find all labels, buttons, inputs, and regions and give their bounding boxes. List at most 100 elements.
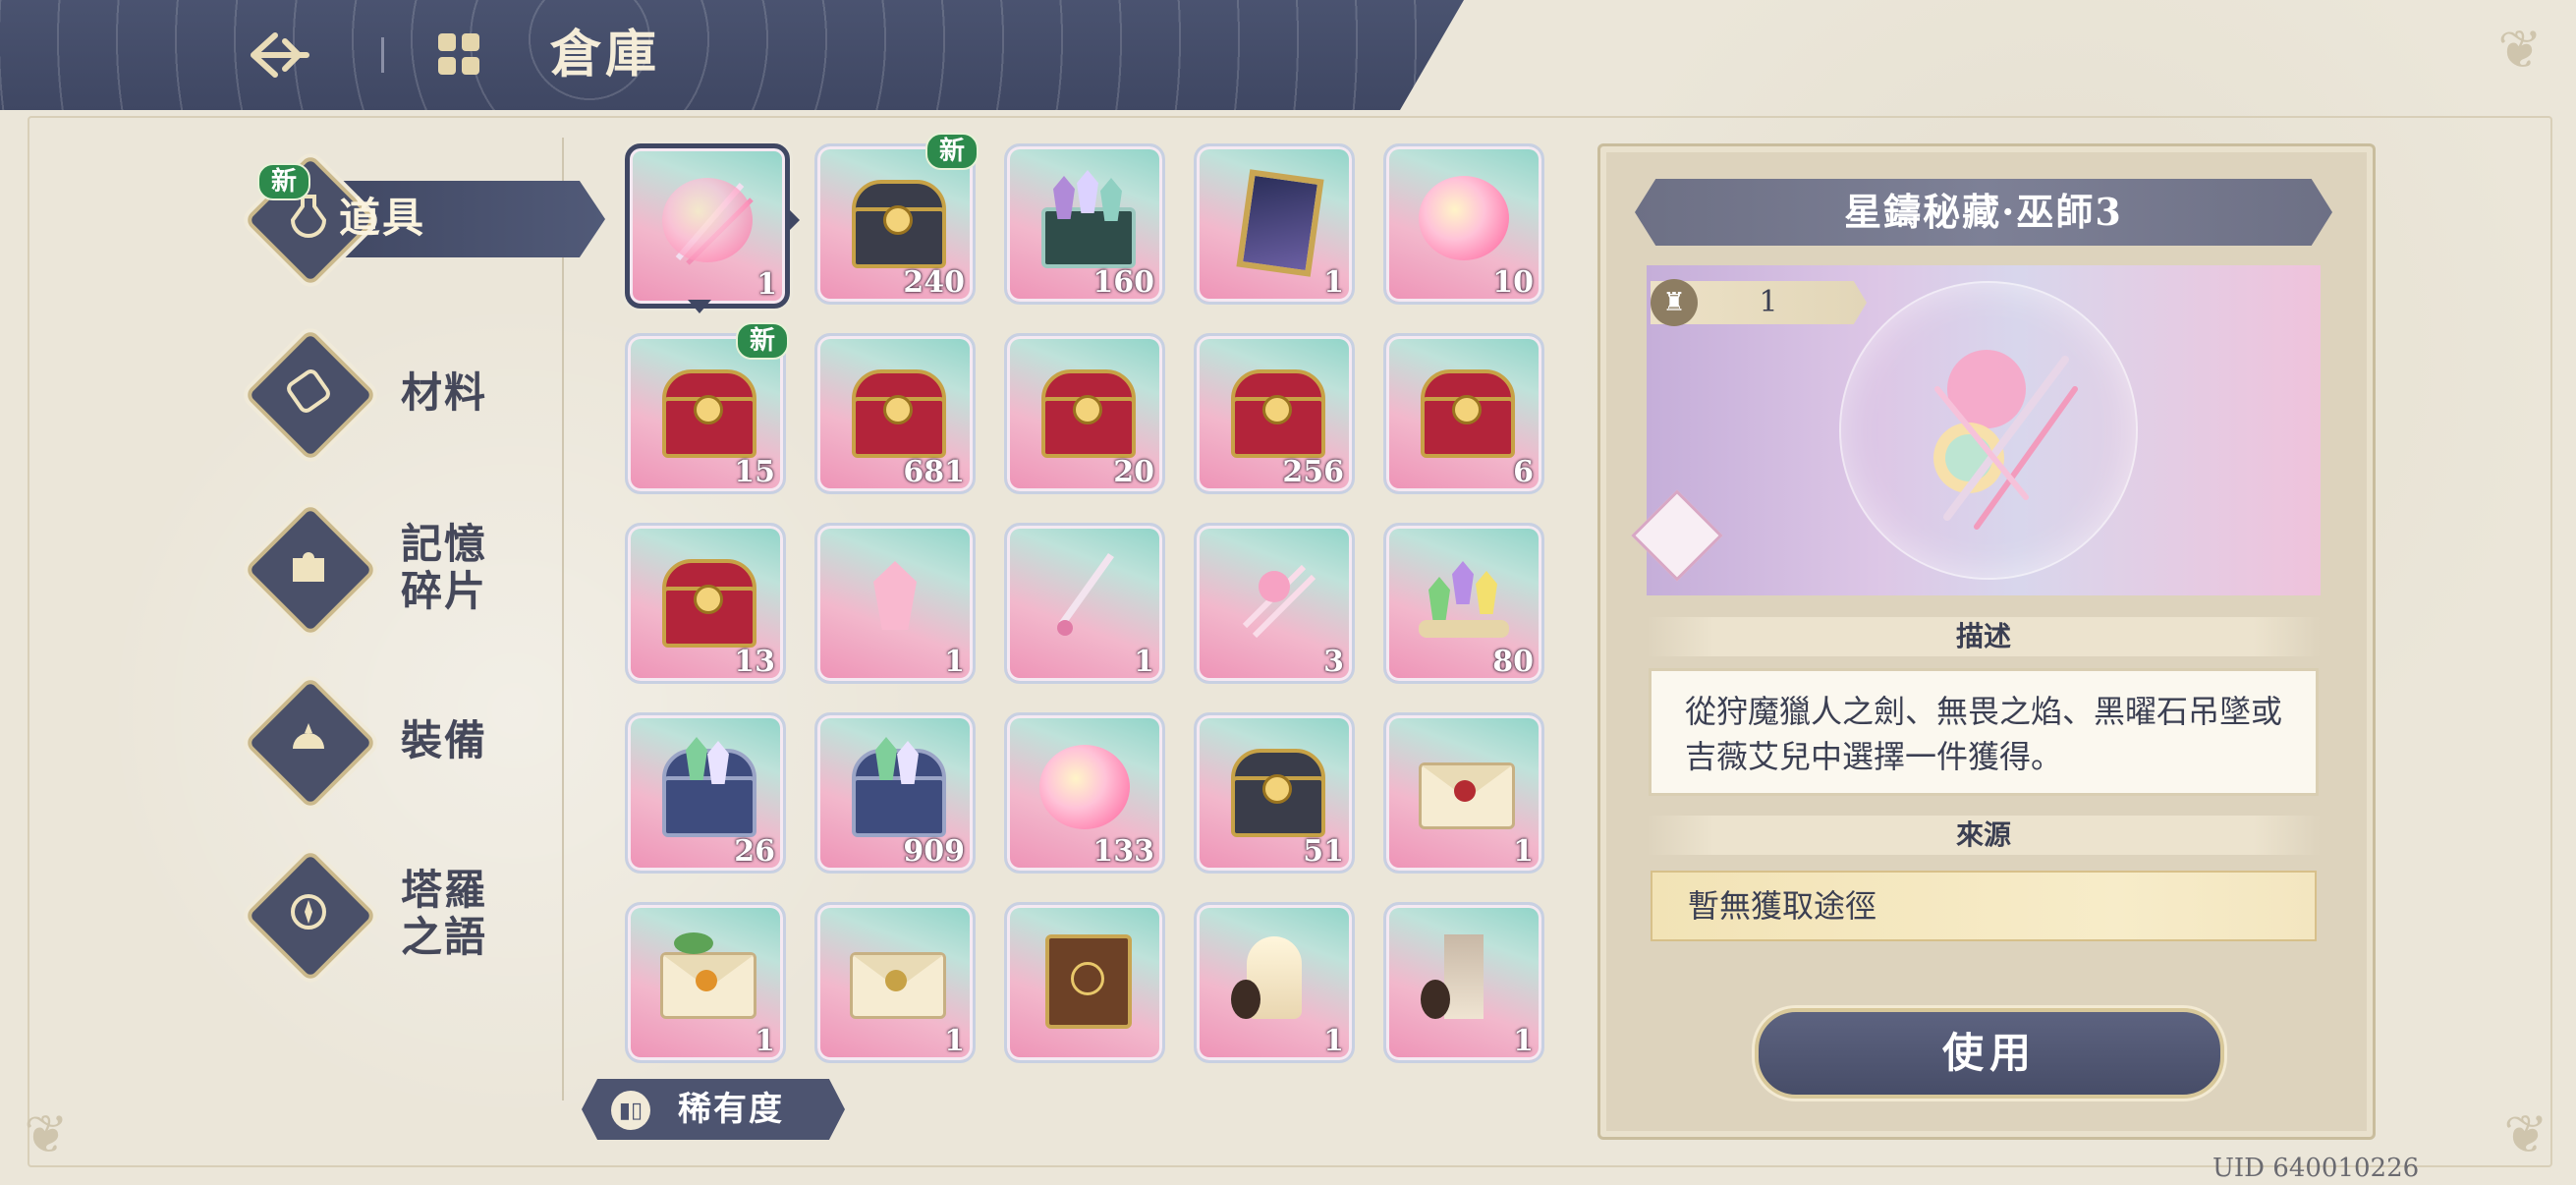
item-count: 1	[1513, 834, 1534, 869]
uid-label: UID 640010226	[2212, 1154, 2420, 1183]
red-chest-icon	[1415, 358, 1515, 458]
item-count: 1	[944, 1024, 965, 1058]
item-count: 26	[734, 834, 775, 869]
gold-envelope-icon	[846, 927, 946, 1025]
tab-equipment[interactable]: 裝備	[244, 676, 570, 810]
item-slot[interactable]: 3	[1194, 523, 1355, 684]
item-slot[interactable]: 256	[1194, 333, 1355, 494]
red-chest-icon	[1036, 358, 1136, 458]
red-chest-icon	[1225, 358, 1325, 458]
item-slot[interactable]: 1	[625, 902, 786, 1063]
item-count: 909	[903, 834, 965, 869]
weapon-bundle-icon	[658, 170, 756, 268]
tab-items[interactable]: 道具 新	[244, 153, 605, 287]
item-count: 51	[1303, 834, 1344, 869]
gold-chest-icon	[1225, 737, 1325, 837]
warehouse-icon	[438, 33, 481, 77]
item-count: 256	[1282, 455, 1344, 489]
item-slot[interactable]	[1004, 902, 1165, 1063]
item-count: 10	[1492, 265, 1534, 300]
rarity-sort-label: 稀有度	[678, 1090, 784, 1129]
new-badge: 新	[735, 322, 789, 360]
tab-label: 塔羅 之語	[401, 866, 488, 961]
tome-icon	[1036, 927, 1134, 1029]
item-count: 1	[1323, 1024, 1344, 1058]
winged-blades-icon	[1225, 547, 1323, 646]
red-chest-icon	[656, 547, 756, 648]
back-arrow-icon[interactable]	[246, 26, 314, 85]
scroll-icon	[283, 366, 334, 417]
item-count: 1	[1134, 645, 1154, 679]
item-slot[interactable]: 1	[814, 523, 976, 684]
crystal-cluster-icon	[1415, 547, 1513, 646]
item-count: 1	[1513, 1024, 1534, 1058]
pouch-icon: ♜	[1651, 279, 1698, 326]
item-slot[interactable]: 1	[1194, 902, 1355, 1063]
new-badge: 新	[924, 133, 979, 170]
item-count: 20	[1113, 455, 1154, 489]
dagger-icon	[1036, 547, 1134, 646]
item-slot[interactable]: 240 新	[814, 133, 979, 305]
item-slot[interactable]: 6	[1383, 333, 1544, 494]
item-slot[interactable]: 1	[1194, 143, 1355, 305]
use-button[interactable]: 使用	[1755, 1008, 2224, 1099]
item-slot[interactable]: 13	[625, 523, 786, 684]
item-slot[interactable]: 15 新	[625, 322, 789, 494]
item-count: 240	[903, 265, 965, 300]
item-count: 1	[1323, 265, 1344, 300]
description-text: 從狩魔獵人之劍、無畏之焰、黑曜石吊墜或吉薇艾兒中選擇一件獲得。	[1649, 668, 2319, 796]
item-slot[interactable]: 1	[625, 143, 790, 309]
blue-chest-icon	[846, 737, 946, 837]
item-slot[interactable]: 1	[1383, 902, 1544, 1063]
item-count: 133	[1092, 834, 1154, 869]
item-slot[interactable]: 1	[1383, 712, 1544, 874]
statue-icon	[1225, 927, 1323, 1025]
tab-memory-fragments[interactable]: 記憶 碎片	[244, 503, 570, 637]
item-count: 1	[755, 1024, 775, 1058]
item-slot[interactable]: 10	[1383, 143, 1544, 305]
corner-ornament-icon: ❦	[24, 1103, 69, 1165]
item-count: 15	[734, 455, 775, 489]
description-label: 描述	[1955, 620, 2011, 652]
source-text: 暫無獲取途徑	[1651, 871, 2317, 941]
tab-label: 道具	[339, 194, 426, 242]
new-badge: 新	[257, 163, 311, 200]
corner-ornament-icon: ❦	[2503, 1103, 2548, 1165]
item-slot[interactable]: 51	[1194, 712, 1355, 874]
tab-materials[interactable]: 材料	[244, 328, 570, 462]
pink-swirl-icon	[1415, 168, 1513, 266]
red-chest-icon	[846, 358, 946, 458]
tab-label: 記憶 碎片	[401, 520, 488, 615]
green-envelope-icon	[656, 927, 756, 1025]
item-slot[interactable]: 133	[1004, 712, 1165, 874]
weapon-bundle-illustration	[1933, 350, 2078, 530]
header-pattern	[0, 0, 1464, 110]
item-slot[interactable]: 1	[1004, 523, 1165, 684]
tab-label: 材料	[401, 368, 488, 417]
bar-chart-icon: ▮▯	[611, 1091, 650, 1130]
item-count: 1	[944, 645, 965, 679]
item-slot[interactable]: 20	[1004, 333, 1165, 494]
item-slot[interactable]: 160	[1004, 143, 1165, 305]
selection-arrow-icon	[688, 300, 711, 313]
item-slot[interactable]: 909	[814, 712, 976, 874]
item-count: 80	[1492, 645, 1534, 679]
item-count: 1	[756, 267, 777, 302]
item-count: 13	[734, 645, 775, 679]
tower-icon	[1415, 927, 1513, 1025]
item-slot[interactable]: 80	[1383, 523, 1544, 684]
item-count: 6	[1513, 455, 1534, 489]
red-chest-icon	[656, 358, 756, 458]
page-title: 倉庫	[550, 25, 661, 85]
corner-ornament-icon: ❦	[2497, 19, 2543, 81]
portrait-frame-icon	[1225, 168, 1324, 277]
item-slot[interactable]: 26	[625, 712, 786, 874]
tab-label: 裝備	[401, 716, 488, 764]
tab-tarot-words[interactable]: 塔羅 之語	[244, 849, 570, 983]
item-slot[interactable]: 1	[814, 902, 976, 1063]
item-slot[interactable]: 681	[814, 333, 976, 494]
helmet-icon	[283, 713, 334, 764]
item-count: 3	[1323, 645, 1344, 679]
header-separator	[381, 37, 384, 73]
crystal-chest-icon	[1036, 168, 1136, 268]
